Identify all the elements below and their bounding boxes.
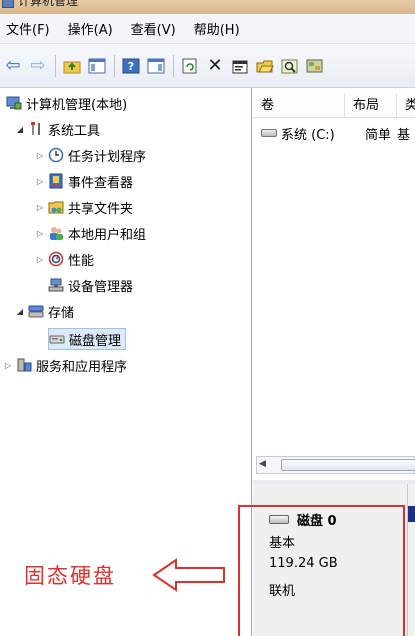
storage-icon xyxy=(28,303,44,319)
open-icon[interactable] xyxy=(254,55,276,77)
tree-item-label: 系统工具 xyxy=(48,123,101,139)
search-icon[interactable] xyxy=(279,55,301,77)
tree-item-label: 服务和应用程序 xyxy=(36,359,128,375)
device-manager-icon xyxy=(48,277,64,293)
tree-item-task-scheduler[interactable]: ▷ 任务计划程序 xyxy=(34,144,146,166)
toolbar-separator xyxy=(114,54,115,77)
tree-item-disk-management[interactable]: 磁盘管理 xyxy=(48,328,127,350)
column-header-layout[interactable]: 布局 xyxy=(345,93,397,118)
volume-row[interactable]: 系统 (C:) 简单 基 xyxy=(253,122,410,144)
help-icon[interactable]: ? xyxy=(120,55,142,77)
tree-item-system-tools[interactable]: ◢ 系统工具 xyxy=(14,118,100,140)
toolbar: ⇦ ⇨ ? ✕ xyxy=(0,44,415,88)
menu-view[interactable]: 查看(V) xyxy=(131,19,176,38)
disk-settings-icon[interactable] xyxy=(304,55,326,77)
up-folder-icon[interactable] xyxy=(61,55,83,77)
annotation-arrow-icon xyxy=(152,558,225,592)
horizontal-scrollbar[interactable]: ◀ xyxy=(256,456,415,474)
menu-help[interactable]: 帮助(H) xyxy=(194,19,240,38)
scrollbar-thumb[interactable] xyxy=(281,459,415,471)
tree-item-services-apps[interactable]: ▷ 服务和应用程序 xyxy=(2,354,127,376)
window-title: 计算机管理 xyxy=(18,0,79,8)
tree-item-label: 本地用户和组 xyxy=(68,227,147,243)
tree-item-performance[interactable]: ▷ 性能 xyxy=(34,248,94,270)
expanded-arrow-icon[interactable]: ◢ xyxy=(14,125,26,134)
tree-item-computer-management[interactable]: 计算机管理(本地) xyxy=(6,92,127,114)
computer-management-icon xyxy=(6,95,22,111)
refresh-icon[interactable] xyxy=(179,55,201,77)
menu-bar: 文件(F) 操作(A) 查看(V) 帮助(H) xyxy=(0,14,415,44)
event-viewer-icon xyxy=(48,173,64,189)
properties-icon[interactable] xyxy=(229,55,251,77)
title-bar: 计算机管理 xyxy=(0,0,415,14)
tools-icon xyxy=(28,121,44,137)
tree-item-label: 存储 xyxy=(48,305,75,321)
computer-management-app-icon xyxy=(2,0,14,8)
disk-graphical-view: 磁盘 0 基本 119.24 GB 联机 xyxy=(253,484,415,636)
tree-item-event-viewer[interactable]: ▷ 事件查看器 xyxy=(34,170,133,192)
tree-item-label: 计算机管理(本地) xyxy=(26,97,128,113)
disk-management-icon xyxy=(49,331,65,347)
forward-arrow-icon[interactable]: ⇨ xyxy=(27,55,49,77)
column-header-type[interactable]: 类 xyxy=(397,93,415,118)
collapsed-arrow-icon[interactable]: ▷ xyxy=(34,255,46,264)
show-hide-tree-icon[interactable] xyxy=(86,55,108,77)
tree-item-label: 事件查看器 xyxy=(68,175,134,191)
menu-action[interactable]: 操作(A) xyxy=(68,19,113,38)
navigation-tree: 计算机管理(本地) ◢ 系统工具 ▷ 任务计划程序 ▷ 事件查看器 ▷ 共享文件… xyxy=(0,88,252,636)
annotation-label: 固态硬盘 xyxy=(24,564,116,588)
performance-icon xyxy=(48,251,64,267)
volume-name: 系统 (C:) xyxy=(281,127,335,143)
disk-size: 119.24 GB xyxy=(269,556,338,571)
services-icon xyxy=(16,357,32,373)
show-hide-action-icon[interactable] xyxy=(145,55,167,77)
menu-file[interactable]: 文件(F) xyxy=(6,19,50,38)
collapsed-arrow-icon[interactable]: ▷ xyxy=(34,177,46,186)
tree-item-label: 共享文件夹 xyxy=(68,201,134,217)
delete-icon[interactable]: ✕ xyxy=(204,55,226,77)
expanded-arrow-icon[interactable]: ◢ xyxy=(14,307,26,316)
tree-item-label: 性能 xyxy=(68,253,95,269)
back-arrow-icon[interactable]: ⇦ xyxy=(2,55,24,77)
volume-layout: 简单 xyxy=(365,127,392,143)
disk-name: 磁盘 0 xyxy=(297,514,337,529)
hard-disk-icon xyxy=(269,515,289,524)
scroll-left-icon[interactable]: ◀ xyxy=(259,459,266,469)
tree-item-device-manager[interactable]: 设备管理器 xyxy=(48,274,133,296)
tree-item-shared-folders[interactable]: ▷ 共享文件夹 xyxy=(34,196,133,218)
partition-color-bar xyxy=(408,506,415,522)
users-icon xyxy=(48,225,64,241)
shared-folder-icon xyxy=(48,199,64,215)
collapsed-arrow-icon[interactable]: ▷ xyxy=(2,361,14,370)
disk-label: 磁盘 0 xyxy=(269,510,337,529)
tree-item-local-users-groups[interactable]: ▷ 本地用户和组 xyxy=(34,222,146,244)
svg-text:?: ? xyxy=(128,60,134,73)
toolbar-separator xyxy=(173,54,174,77)
collapsed-arrow-icon[interactable]: ▷ xyxy=(34,151,46,160)
volume-list-header: 卷 布局 类 xyxy=(253,93,415,118)
column-header-volume[interactable]: 卷 xyxy=(253,93,345,118)
toolbar-separator xyxy=(55,54,56,77)
disk-status: 联机 xyxy=(269,584,296,599)
tree-item-label: 设备管理器 xyxy=(68,279,134,295)
disk-info-box[interactable]: 磁盘 0 基本 119.24 GB 联机 xyxy=(253,484,408,636)
clock-icon xyxy=(48,147,64,163)
tree-item-label: 磁盘管理 xyxy=(69,333,122,349)
volume-type: 基 xyxy=(397,127,411,143)
disk-type: 基本 xyxy=(269,536,296,551)
content-panel: 卷 布局 类 系统 (C:) 简单 基 ◀ 磁盘 0 基本 119.24 GB … xyxy=(253,88,415,636)
collapsed-arrow-icon[interactable]: ▷ xyxy=(34,229,46,238)
tree-item-label: 任务计划程序 xyxy=(68,149,147,165)
tree-item-storage[interactable]: ◢ 存储 xyxy=(14,300,74,322)
drive-icon xyxy=(261,129,277,137)
collapsed-arrow-icon[interactable]: ▷ xyxy=(34,203,46,212)
